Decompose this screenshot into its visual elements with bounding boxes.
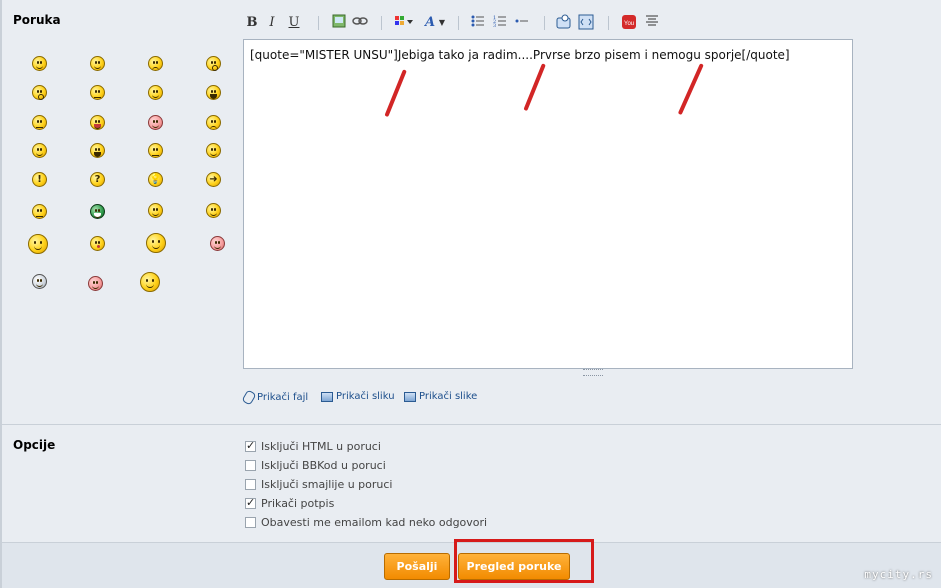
- youtube-icon[interactable]: You: [621, 14, 637, 32]
- smiley-twisted-icon[interactable]: [90, 143, 105, 158]
- question-icon[interactable]: ?: [90, 172, 105, 187]
- smiley-shocked-icon[interactable]: [32, 85, 47, 100]
- underline-button[interactable]: U: [286, 14, 302, 32]
- option-disable-smilies[interactable]: Isključi smajlije u poruci: [245, 478, 392, 491]
- smiley-evil-icon[interactable]: [32, 143, 47, 158]
- smiley-happy-icon[interactable]: [148, 203, 163, 218]
- checkbox[interactable]: [245, 439, 256, 452]
- send-button[interactable]: Pošalji: [384, 553, 450, 580]
- bullet-list-icon[interactable]: [470, 14, 486, 32]
- option-label: Prikači potpis: [261, 497, 335, 510]
- option-label: Obavesti me emailom kad neko odgovori: [261, 516, 488, 529]
- smiley-confused-icon[interactable]: [90, 85, 105, 100]
- checkbox[interactable]: [245, 496, 256, 509]
- exclamation-icon[interactable]: !: [32, 172, 47, 187]
- bold-button[interactable]: B: [244, 14, 260, 32]
- code-icon[interactable]: [578, 14, 594, 32]
- italic-button[interactable]: I: [264, 14, 280, 32]
- insert-link-icon[interactable]: [352, 14, 368, 32]
- smiley-group-icon[interactable]: [140, 272, 160, 292]
- smiley-grin-icon[interactable]: [90, 56, 105, 71]
- options-label: Opcije: [13, 438, 56, 452]
- smiley-embarrassed-icon[interactable]: [148, 115, 163, 130]
- smiley-wink-icon[interactable]: [206, 143, 221, 158]
- color-palette-icon[interactable]: [394, 14, 414, 32]
- option-label: Isključi HTML u poruci: [261, 440, 381, 453]
- image-icon: [321, 391, 333, 402]
- toolbar-separator: [318, 16, 319, 30]
- chevron-down-icon[interactable]: ▼: [434, 14, 450, 32]
- attach-file-link[interactable]: Prikači fajl: [241, 389, 309, 406]
- option-notify-email[interactable]: Obavesti me emailom kad neko odgovori: [245, 516, 487, 529]
- svg-text:You: You: [624, 21, 634, 27]
- smiley-unhappy-icon[interactable]: [206, 115, 221, 130]
- quote-icon[interactable]: [556, 14, 572, 32]
- attach-image-label: Prikači sliku: [336, 391, 395, 402]
- smiley-cd-icon[interactable]: [210, 236, 225, 251]
- toolbar-separator: [458, 16, 459, 30]
- smiley-cool-icon[interactable]: [148, 85, 163, 100]
- smiley-rolleyes-icon[interactable]: [148, 143, 163, 158]
- smiley-kiss-icon[interactable]: [90, 236, 105, 251]
- idea-icon[interactable]: 💡: [148, 172, 163, 187]
- smiley-surprised-icon[interactable]: [206, 56, 221, 71]
- smiley-skull-icon[interactable]: [32, 274, 47, 289]
- smiley-mrgreen-icon[interactable]: [90, 204, 105, 219]
- smiley-mad-icon[interactable]: [32, 115, 47, 130]
- resize-handle[interactable]: [583, 369, 603, 376]
- smiley-tongue-icon[interactable]: [90, 115, 105, 130]
- option-label: Isključi BBKod u poruci: [261, 459, 386, 472]
- option-disable-html[interactable]: Isključi HTML u poruci: [245, 439, 381, 453]
- insert-image-icon[interactable]: [331, 14, 347, 32]
- attach-image-link[interactable]: Prikači sliku: [321, 391, 395, 402]
- message-textarea[interactable]: [quote="MISTER UNSU"]Jebiga tako ja radi…: [243, 39, 853, 369]
- smiley-big-grin-icon[interactable]: [146, 233, 166, 253]
- toolbar-separator: [544, 16, 545, 30]
- smiley-neutral-icon[interactable]: [32, 204, 47, 219]
- attach-file-label: Prikači fajl: [257, 392, 309, 403]
- watermark: mycity.rs: [864, 568, 933, 581]
- smiley-laugh-icon[interactable]: [206, 85, 221, 100]
- svg-text:3: 3: [493, 23, 496, 28]
- list-item-icon[interactable]: [514, 14, 530, 32]
- smiley-hug-icon[interactable]: [28, 234, 48, 254]
- attach-images-label: Prikači slike: [419, 391, 478, 402]
- message-label: Poruka: [13, 13, 61, 27]
- option-label: Isključi smajlije u poruci: [261, 478, 393, 491]
- checkbox[interactable]: [245, 479, 256, 490]
- attach-images-link[interactable]: Prikači slike: [404, 391, 477, 402]
- smiley-content-icon[interactable]: [206, 203, 221, 218]
- arrow-icon[interactable]: ➜: [206, 172, 221, 187]
- annotation-highlight-box: [454, 539, 594, 583]
- panel-rail: [0, 425, 2, 543]
- smiley-sad-icon[interactable]: [148, 56, 163, 71]
- option-disable-bbcode[interactable]: Isključi BBKod u poruci: [245, 459, 386, 472]
- toolbar-separator: [608, 16, 609, 30]
- numbered-list-icon[interactable]: 123: [492, 14, 508, 32]
- paperclip-icon: [241, 389, 257, 406]
- images-icon: [404, 391, 416, 402]
- panel-rail: [0, 543, 2, 588]
- toolbar-separator: [381, 16, 382, 30]
- checkbox[interactable]: [245, 517, 256, 528]
- checkbox[interactable]: [245, 460, 256, 471]
- panel-rail: [0, 0, 2, 424]
- option-attach-signature[interactable]: Prikači potpis: [245, 496, 335, 510]
- align-center-icon[interactable]: [644, 14, 660, 32]
- smiley-smile-icon[interactable]: [32, 56, 47, 71]
- smiley-banging-icon[interactable]: [88, 276, 103, 291]
